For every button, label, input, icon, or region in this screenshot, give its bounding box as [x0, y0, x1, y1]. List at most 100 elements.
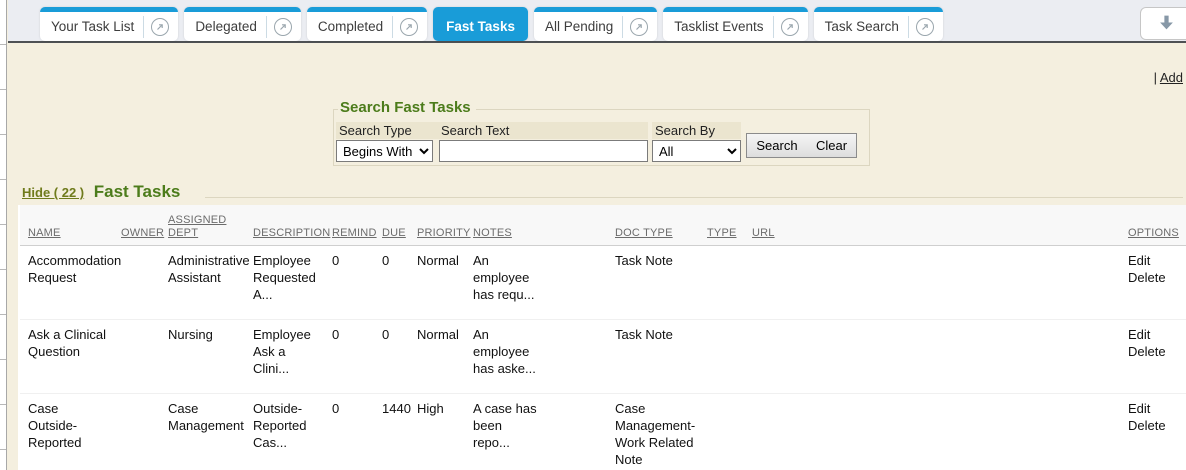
- search-type-select[interactable]: Begins With: [336, 140, 433, 162]
- cell-type: [699, 246, 744, 319]
- cell-assigned-dept: Administrative Assistant: [160, 246, 245, 319]
- cell-doc-type: Task Note: [607, 320, 699, 393]
- cell-name: Case Outside-Reported: [20, 394, 113, 470]
- col-header-notes[interactable]: NOTES: [465, 227, 607, 245]
- tab-label: Delegated: [195, 19, 266, 34]
- cell-name: Accommodation Request: [20, 246, 113, 319]
- search-by-label: Search By: [655, 123, 715, 138]
- col-header-priority[interactable]: PRIORITY: [409, 227, 465, 245]
- tab-separator: [773, 16, 774, 38]
- col-header-remind[interactable]: REMIND: [324, 227, 374, 245]
- col-header-options[interactable]: OPTIONS: [1120, 227, 1186, 245]
- tab-separator: [908, 16, 909, 38]
- open-external-icon[interactable]: [781, 18, 799, 36]
- edit-link[interactable]: Edit: [1128, 252, 1182, 269]
- cell-description: Employee Requested A...: [245, 246, 324, 319]
- cell-due: 0: [374, 320, 409, 393]
- open-external-icon[interactable]: [916, 18, 934, 36]
- search-panel-legend: Search Fast Tasks: [338, 99, 476, 116]
- fast-tasks-table: NAME OWNER ASSIGNED DEPT DESCRIPTION REM…: [18, 205, 1186, 470]
- cell-owner: [113, 320, 160, 393]
- edit-link[interactable]: Edit: [1128, 400, 1182, 417]
- tab-bar: Your Task List Delegated Completed Fast …: [8, 0, 1186, 43]
- tabs-scroll-down-button[interactable]: [1140, 7, 1186, 40]
- tab-tasklist-events[interactable]: Tasklist Events: [663, 7, 807, 41]
- cell-options: Edit Delete: [1120, 246, 1186, 319]
- search-type-label: Search Type: [339, 123, 412, 138]
- tab-task-search[interactable]: Task Search: [814, 7, 943, 41]
- tab-label: Tasklist Events: [674, 19, 772, 34]
- cell-assigned-dept: Nursing: [160, 320, 245, 393]
- table-row: Ask a Clinical Question Nursing Employee…: [20, 320, 1186, 394]
- col-header-name[interactable]: NAME: [20, 227, 113, 245]
- cell-assigned-dept: Case Management: [160, 394, 245, 470]
- cell-due: 0: [374, 246, 409, 319]
- search-button[interactable]: Search: [746, 133, 808, 158]
- cell-remind: 0: [324, 394, 374, 470]
- search-text-label: Search Text: [441, 123, 509, 138]
- cell-url: [744, 394, 1120, 470]
- cell-name: Ask a Clinical Question: [20, 320, 113, 393]
- cell-description: Employee Ask a Clini...: [245, 320, 324, 393]
- open-external-icon[interactable]: [400, 18, 418, 36]
- cell-type: [699, 320, 744, 393]
- col-header-assigned-dept[interactable]: ASSIGNED DEPT: [160, 214, 245, 245]
- tab-fast-tasks[interactable]: Fast Tasks: [433, 7, 528, 41]
- clear-button[interactable]: Clear: [807, 133, 857, 158]
- col-header-owner[interactable]: OWNER: [113, 227, 160, 245]
- cell-priority: Normal: [409, 320, 465, 393]
- cell-remind: 0: [324, 246, 374, 319]
- col-header-url[interactable]: URL: [744, 227, 1120, 245]
- add-link[interactable]: Add: [1160, 70, 1183, 85]
- tab-label: Completed: [318, 19, 392, 34]
- table-row: Case Outside-Reported Case Management Ou…: [20, 394, 1186, 470]
- open-external-icon[interactable]: [151, 18, 169, 36]
- tab-delegated[interactable]: Delegated: [184, 7, 301, 41]
- search-labels-strip: Search Type Search Text: [336, 122, 648, 139]
- cell-due: 1440: [374, 394, 409, 470]
- tab-completed[interactable]: Completed: [307, 7, 427, 41]
- open-external-icon[interactable]: [630, 18, 648, 36]
- tab-all-pending[interactable]: All Pending: [534, 7, 657, 41]
- cell-owner: [113, 246, 160, 319]
- delete-link[interactable]: Delete: [1128, 417, 1182, 434]
- hide-count-link[interactable]: Hide ( 22 ): [22, 185, 84, 200]
- search-by-strip: Search By: [652, 122, 741, 139]
- cell-priority: High: [409, 394, 465, 470]
- cell-notes: An employee has aske...: [465, 320, 607, 393]
- table-header-row: NAME OWNER ASSIGNED DEPT DESCRIPTION REM…: [20, 205, 1186, 246]
- cell-notes: An employee has requ...: [465, 246, 607, 319]
- table-row: Accommodation Request Administrative Ass…: [20, 246, 1186, 320]
- search-by-select[interactable]: All: [652, 140, 741, 162]
- cell-options: Edit Delete: [1120, 320, 1186, 393]
- col-header-description[interactable]: DESCRIPTION: [245, 227, 324, 245]
- delete-link[interactable]: Delete: [1128, 343, 1182, 360]
- edit-link[interactable]: Edit: [1128, 326, 1182, 343]
- tab-label: All Pending: [545, 19, 622, 34]
- cell-remind: 0: [324, 320, 374, 393]
- col-header-doc-type[interactable]: DOC TYPE: [607, 227, 699, 245]
- open-external-icon[interactable]: [274, 18, 292, 36]
- search-fast-tasks-panel: Search Fast Tasks Search Type Search Tex…: [333, 109, 870, 166]
- tab-label: Task Search: [825, 19, 908, 34]
- cell-description: Outside-Reported Cas...: [245, 394, 324, 470]
- cell-url: [744, 246, 1120, 319]
- tab-separator: [622, 16, 623, 38]
- tab-separator: [392, 16, 393, 38]
- cell-owner: [113, 394, 160, 470]
- cell-url: [744, 320, 1120, 393]
- search-text-input[interactable]: [439, 140, 648, 162]
- toolbar: | Add: [1154, 70, 1183, 85]
- tab-label: Your Task List: [51, 19, 143, 34]
- cell-notes: A case has been repo...: [465, 394, 607, 470]
- col-header-type[interactable]: TYPE: [699, 227, 744, 245]
- delete-link[interactable]: Delete: [1128, 269, 1182, 286]
- section-divider: [205, 197, 1183, 198]
- cell-priority: Normal: [409, 246, 465, 319]
- col-header-due[interactable]: DUE: [374, 227, 409, 245]
- frame-resize-gutter[interactable]: [0, 0, 7, 470]
- tab-your-task-list[interactable]: Your Task List: [40, 7, 178, 41]
- cell-doc-type: Case Management- Work Related Note: [607, 394, 699, 470]
- section-title: Fast Tasks: [94, 182, 181, 201]
- tab-label: Fast Tasks: [446, 19, 515, 34]
